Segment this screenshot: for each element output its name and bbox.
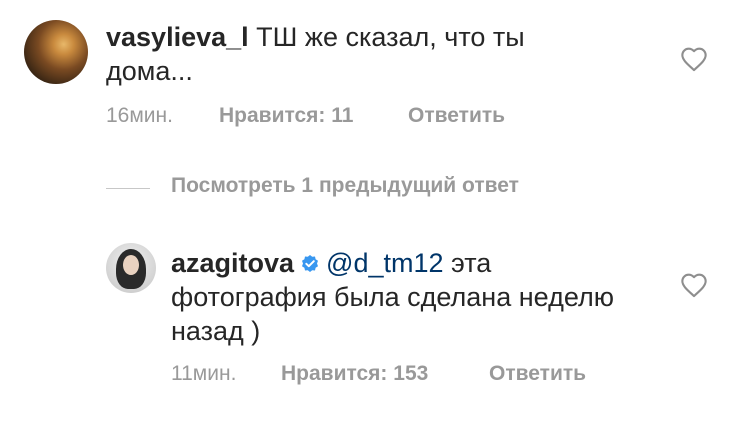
comment-1-likes-wrap: Нравится: 11 — [219, 104, 353, 128]
comment-2-body-line3: назад ) — [171, 316, 261, 346]
comment-2-time: 11мин. — [171, 362, 237, 385]
comment-1-time: 16мин. — [106, 104, 173, 127]
avatar-vasylieva[interactable] — [24, 20, 88, 84]
comment-1-text: vasylieva_l ТШ же сказал, что ты дома... — [106, 20, 686, 88]
avatar-face — [123, 255, 139, 275]
comment-2-meta: 11мин. — [171, 362, 236, 386]
view-previous-replies-button[interactable]: Посмотреть 1 предыдущий ответ — [171, 174, 519, 198]
comment-2-reply-button[interactable]: Ответить — [489, 362, 586, 385]
comment-2-body-line2: фотография была сделана неделю — [171, 282, 614, 312]
comment-1-username[interactable]: vasylieva_l — [106, 22, 249, 52]
comment-2-text: azagitova @d_tm12 эта фотография была сд… — [171, 246, 671, 348]
comment-2-likes[interactable]: Нравится: 153 — [281, 362, 428, 385]
heart-icon[interactable] — [680, 46, 708, 72]
heart-icon[interactable] — [680, 272, 708, 298]
verified-badge-icon — [302, 255, 319, 272]
comment-1-body-line2: дома... — [106, 56, 193, 86]
mention-link[interactable]: @d_tm12 — [326, 248, 443, 278]
comment-2-body-line1: эта — [443, 248, 492, 278]
comment-1-body-line1: ТШ же сказал, что ты — [256, 22, 525, 52]
comment-2-reply-wrap: Ответить — [489, 362, 586, 386]
comment-1-meta: 16мин. — [106, 104, 173, 128]
thread-divider — [106, 188, 150, 189]
comment-2-likes-wrap: Нравится: 153 — [281, 362, 428, 386]
comment-2-username[interactable]: azagitova — [171, 248, 294, 278]
comment-1-reply-button[interactable]: Ответить — [408, 104, 505, 127]
comment-1-reply-wrap: Ответить — [408, 104, 505, 128]
comment-1-likes[interactable]: Нравится: 11 — [219, 104, 353, 127]
avatar-azagitova[interactable] — [106, 243, 156, 293]
